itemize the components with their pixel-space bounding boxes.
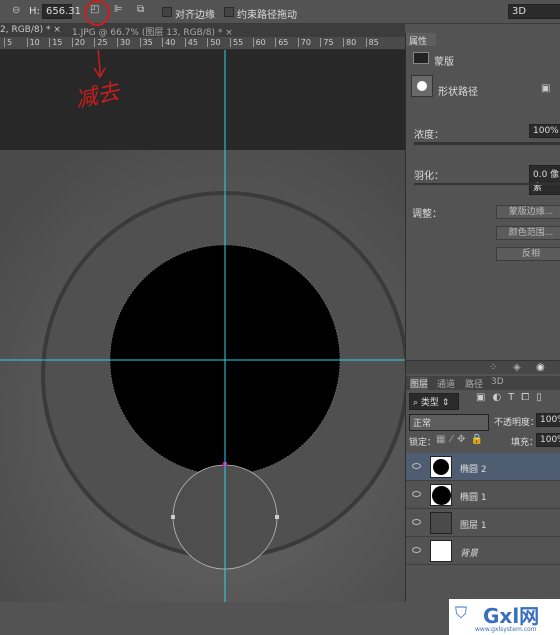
layer-name: 椭圆 1 bbox=[460, 493, 487, 503]
color-range-button[interactable]: 颜色范围... bbox=[496, 226, 560, 240]
layer-thumb bbox=[430, 484, 452, 506]
watermark-url: www.gxlsystem.com bbox=[475, 626, 537, 633]
canvas-artwork bbox=[0, 50, 405, 602]
link-icon[interactable]: ⊖ bbox=[12, 5, 20, 16]
fill-input[interactable]: 100% bbox=[536, 433, 560, 447]
feather-input[interactable]: 0.0 像素 bbox=[529, 165, 560, 195]
density-slider[interactable] bbox=[414, 142, 560, 145]
watermark: ⛉ Gxl网 www.gxlsystem.com bbox=[449, 599, 560, 635]
feather-label: 羽化： bbox=[414, 171, 444, 182]
ruler-tick: 70 bbox=[297, 38, 311, 47]
height-label: H: bbox=[29, 6, 40, 17]
fill-label: 填充： bbox=[511, 438, 539, 448]
height-input[interactable]: 656.31 bbox=[42, 4, 81, 19]
tab-paths[interactable]: 路径 bbox=[465, 377, 483, 390]
ruler-tick: 20 bbox=[71, 38, 85, 47]
invert-button[interactable]: 反相 bbox=[496, 247, 560, 261]
layer-name: 图层 1 bbox=[460, 521, 487, 531]
layer-ellipse-1[interactable]: 椭圆 1 bbox=[406, 481, 560, 509]
ruler-tick: 80 bbox=[343, 38, 356, 47]
ruler-tick: 55 bbox=[230, 38, 243, 47]
blend-mode-select[interactable]: 正常 bbox=[409, 414, 489, 431]
load-selection-icon[interactable]: ⁘ bbox=[489, 362, 497, 373]
shape-path-thumb[interactable] bbox=[411, 75, 433, 97]
opacity-input[interactable]: 100% bbox=[536, 413, 560, 427]
opacity-label: 不透明度： bbox=[494, 418, 540, 428]
layer-thumb bbox=[430, 512, 452, 534]
eye-icon[interactable] bbox=[412, 463, 421, 469]
align-edges-checkbox[interactable] bbox=[162, 7, 172, 17]
ruler-tick: 50 bbox=[207, 38, 221, 47]
eye-icon[interactable] bbox=[412, 519, 421, 525]
constrain-path-label: 约束路径拖动 bbox=[237, 10, 297, 21]
path-arrangement-icon[interactable]: ⧉ bbox=[137, 4, 144, 15]
density-label: 浓度： bbox=[414, 130, 444, 141]
mask-edge-button[interactable]: 蒙版边缘... bbox=[496, 205, 560, 219]
ruler-tick: 30 bbox=[117, 38, 130, 47]
lock-label: 锁定： bbox=[409, 438, 437, 448]
workspace-select[interactable]: 3D bbox=[508, 4, 560, 19]
tab-document-2[interactable]: 2, RGB/8) * × bbox=[0, 25, 61, 35]
layers-list: 椭圆 2 椭圆 1 图层 1 背景 bbox=[406, 453, 560, 565]
ruler-tick: 15 bbox=[49, 38, 62, 47]
tab-3d[interactable]: 3D bbox=[491, 377, 504, 387]
horizontal-ruler: 5 10 15 20 25 30 35 40 45 50 55 60 65 70 75 80 85 bbox=[0, 37, 405, 50]
mask-label: 蒙版 bbox=[434, 57, 454, 68]
shield-logo-icon: ⛉ bbox=[455, 603, 468, 622]
lock-icons[interactable]: ▦⁄✥🔒 bbox=[436, 434, 488, 445]
annotation-circle bbox=[84, 0, 110, 26]
filter-icons[interactable]: ▣◐T⧠▯ bbox=[476, 392, 549, 403]
eye-icon[interactable] bbox=[412, 491, 421, 497]
ruler-tick: 25 bbox=[94, 38, 108, 47]
annotation-arrow bbox=[93, 50, 106, 79]
select-mask-icon[interactable]: ▣ bbox=[541, 83, 550, 94]
anchor-point bbox=[275, 515, 279, 519]
tab-channels[interactable]: 通道 bbox=[437, 377, 455, 390]
align-edges-label: 对齐边缘 bbox=[175, 10, 215, 21]
watermark-text: Gxl网 bbox=[483, 604, 540, 628]
feather-slider[interactable] bbox=[414, 183, 560, 185]
ruler-tick: 60 bbox=[252, 38, 266, 47]
ruler-tick: 65 bbox=[275, 38, 288, 47]
mask-icon[interactable] bbox=[413, 52, 429, 64]
ruler-tick: 35 bbox=[139, 38, 153, 47]
shape-path-label: 形状路径 bbox=[438, 87, 478, 98]
document-tabs: 2, RGB/8) * × 1.JPG @ 66.7% (图层 13, RGB/… bbox=[0, 24, 405, 38]
density-input[interactable]: 100% bbox=[529, 124, 560, 138]
layer-background[interactable]: 背景 bbox=[406, 537, 560, 565]
tab-properties[interactable]: 属性 bbox=[406, 33, 436, 47]
layer-ellipse-2[interactable]: 椭圆 2 bbox=[406, 453, 560, 481]
layer-name: 背景 bbox=[460, 549, 479, 559]
apply-mask-icon[interactable]: ◈ bbox=[513, 362, 521, 373]
ruler-tick: 10 bbox=[26, 38, 40, 47]
ruler-tick: 75 bbox=[320, 38, 334, 47]
anchor-point bbox=[171, 515, 175, 519]
layer-filter-select[interactable]: ⌕ 类型 ⇕ bbox=[409, 393, 459, 410]
layer-thumb bbox=[430, 456, 452, 478]
right-panel: 属性 蒙版 形状路径 ▣ 浓度： 100% 羽化： 0.0 像素 调整： 蒙版边… bbox=[405, 33, 560, 635]
layer-1[interactable]: 图层 1 bbox=[406, 509, 560, 537]
ruler-tick: 45 bbox=[184, 38, 198, 47]
visibility-icon[interactable]: ◉ bbox=[536, 362, 545, 373]
adjust-label: 调整： bbox=[412, 209, 442, 220]
layers-tabs: 图层 通道 路径 3D bbox=[406, 376, 560, 390]
tab-layers[interactable]: 图层 bbox=[410, 377, 429, 390]
properties-footer: ⁘ ◈ ◉ bbox=[406, 360, 560, 374]
path-alignment-icon[interactable]: ⊫ bbox=[114, 4, 123, 15]
layer-name: 椭圆 2 bbox=[460, 465, 487, 475]
canvas[interactable]: 减去 bbox=[0, 50, 405, 602]
ruler-tick: 5 bbox=[4, 38, 12, 47]
layer-thumb bbox=[430, 540, 452, 562]
eye-icon[interactable] bbox=[412, 547, 421, 553]
constrain-path-checkbox[interactable] bbox=[224, 7, 234, 17]
ruler-tick: 85 bbox=[365, 38, 379, 47]
ruler-tick: 40 bbox=[162, 38, 175, 47]
